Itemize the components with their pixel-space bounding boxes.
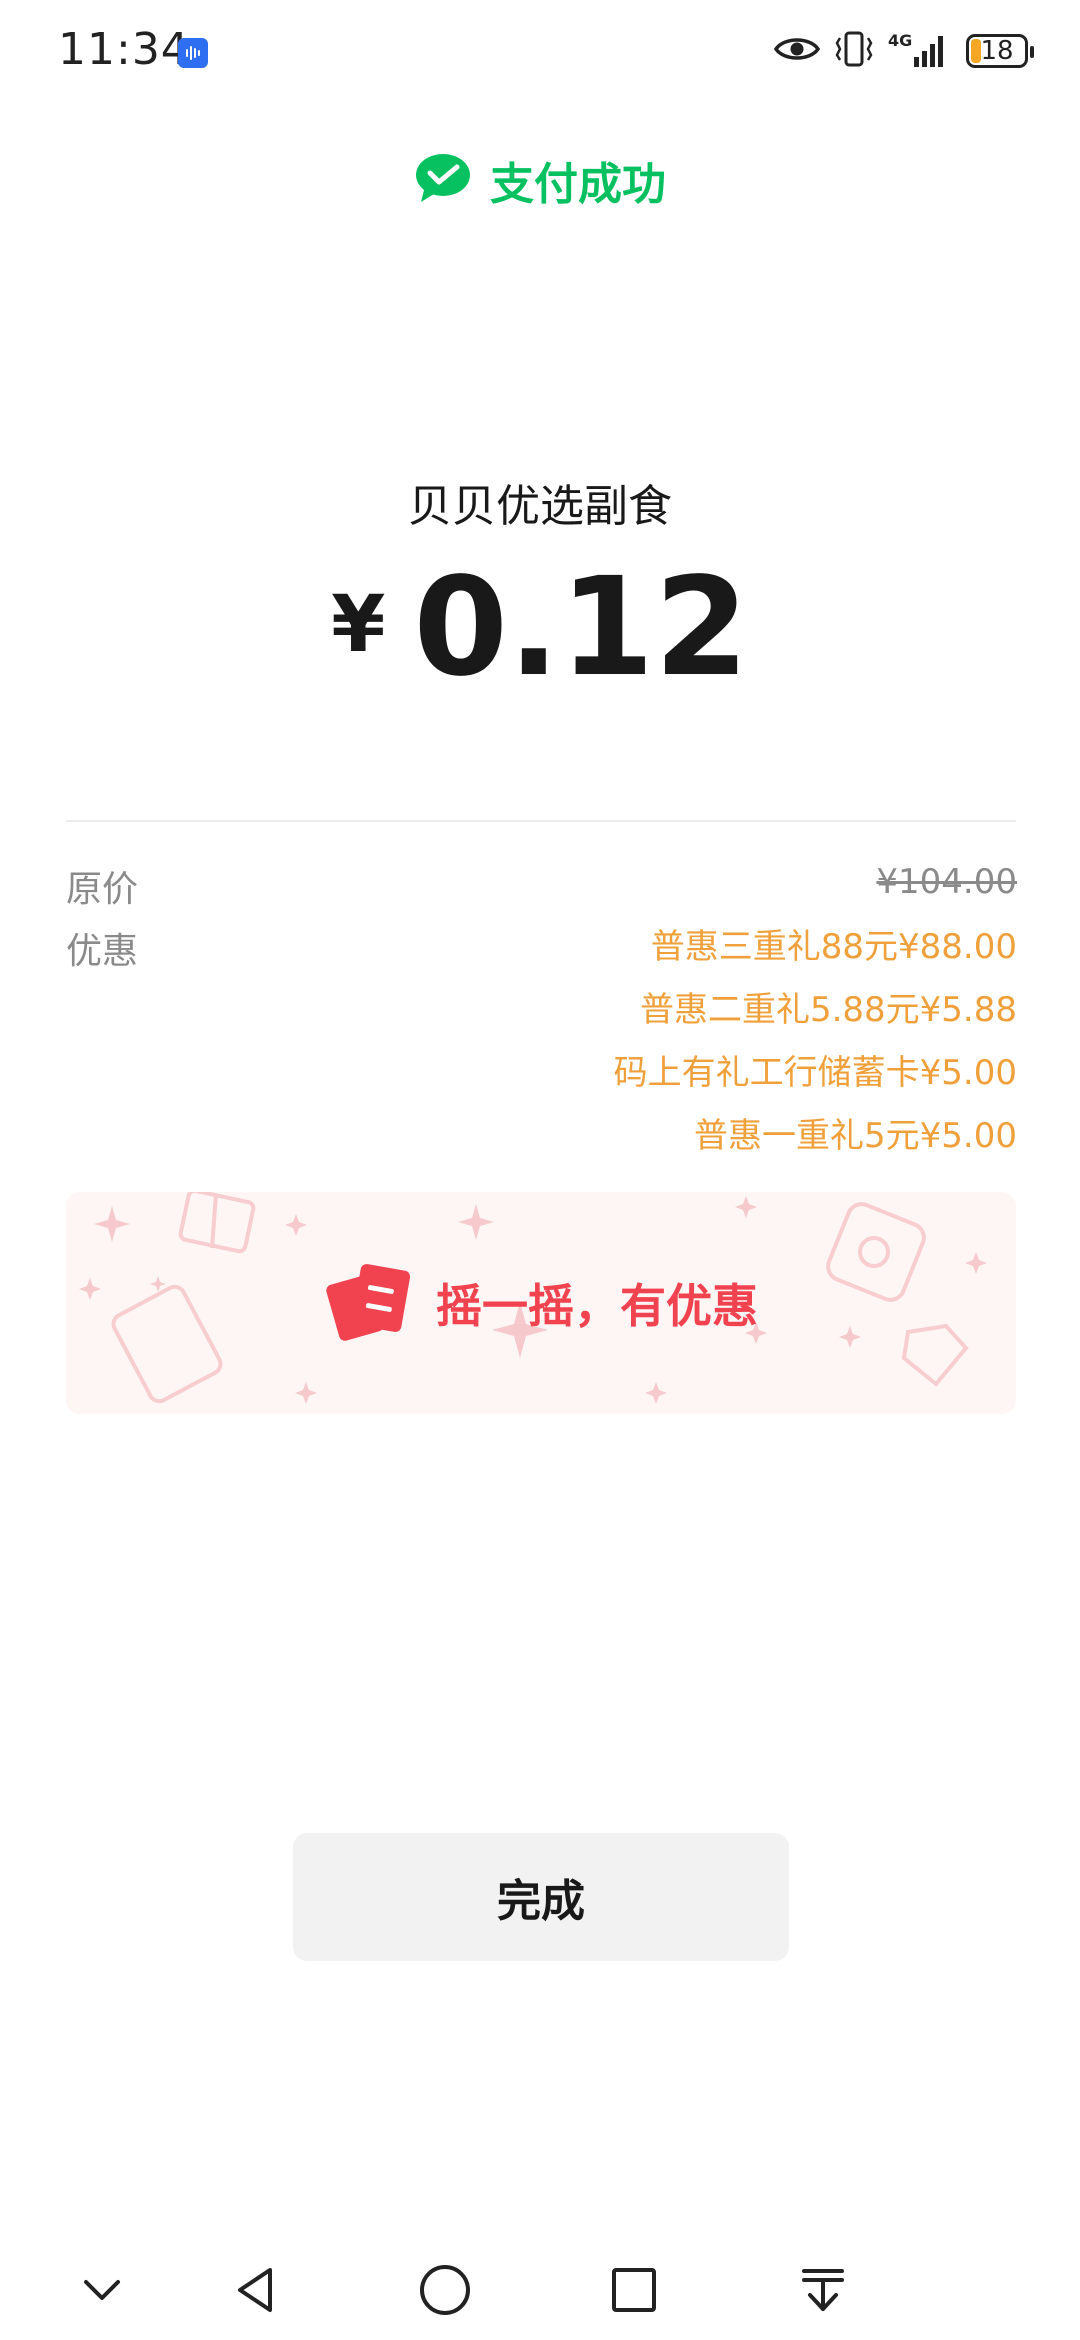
- shake-promo-banner[interactable]: 摇一摇，有优惠: [66, 1192, 1016, 1414]
- discount-list: 普惠三重礼88元¥88.00 普惠二重礼5.88元¥5.88 码上有礼工行储蓄卡…: [614, 922, 1017, 1174]
- original-price-value: ¥104.00: [876, 862, 1017, 902]
- home-icon[interactable]: [405, 2250, 485, 2330]
- pull-down-icon[interactable]: [783, 2250, 863, 2330]
- payment-status: 支付成功: [0, 148, 1080, 212]
- original-price-label: 原价: [66, 869, 139, 910]
- merchant-name: 贝贝优选副食: [408, 481, 672, 532]
- back-icon[interactable]: [216, 2250, 296, 2330]
- discount-item: 普惠二重礼5.88元¥5.88: [639, 990, 1017, 1030]
- voice-assistant-icon: [178, 38, 208, 68]
- done-button[interactable]: 完成: [293, 1833, 789, 1961]
- eye-icon: [773, 34, 821, 68]
- status-bar: 11:34 4G 18: [0, 0, 1080, 100]
- currency-symbol: ¥: [331, 580, 386, 670]
- battery-icon: 18: [966, 34, 1034, 68]
- discount-item: 普惠一重礼5元¥5.00: [694, 1116, 1017, 1156]
- signal-icon: 4G: [888, 31, 952, 71]
- payment-status-label: 支付成功: [490, 159, 666, 210]
- vibrate-icon: [834, 30, 874, 72]
- status-time: 11:34: [58, 24, 190, 75]
- wechat-pay-check-icon: [414, 152, 472, 208]
- battery-level: 18: [980, 36, 1014, 66]
- collapse-icon[interactable]: [62, 2250, 142, 2330]
- shake-coupon-icon: [324, 1257, 414, 1349]
- discount-item: 码上有礼工行储蓄卡¥5.00: [613, 1053, 1017, 1093]
- navigation-bar: [0, 2230, 1080, 2340]
- divider: [66, 820, 1016, 822]
- amount-value: 0.12: [413, 549, 749, 707]
- discount-item: 普惠三重礼88元¥88.00: [650, 927, 1017, 967]
- discount-label: 优惠: [66, 931, 139, 972]
- recents-icon[interactable]: [594, 2250, 674, 2330]
- payment-amount: ¥ 0.12: [0, 560, 1080, 696]
- shake-promo-text: 摇一摇，有优惠: [436, 1279, 758, 1333]
